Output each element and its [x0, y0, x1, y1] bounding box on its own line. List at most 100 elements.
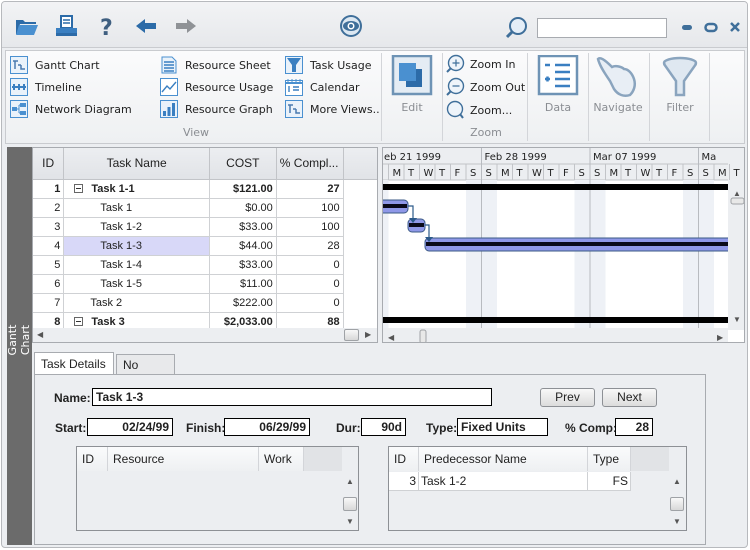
zoom-group-label: Zoom — [470, 126, 502, 139]
search-input[interactable] — [537, 18, 667, 38]
day-label: T — [547, 168, 555, 179]
start-date-field[interactable]: 02/24/99 — [87, 418, 173, 436]
task-type-field[interactable]: Fixed Units — [457, 418, 548, 436]
collapse-toggle-icon[interactable] — [74, 316, 84, 326]
forward-arrow-icon[interactable] — [174, 14, 198, 38]
week-label: eb 21 1999 — [384, 152, 441, 163]
day-label: S — [687, 168, 693, 179]
tab-no-notes[interactable]: No Notes — [116, 354, 175, 392]
column-header-percent-complete[interactable]: % Compl... — [276, 148, 344, 180]
scroll-thumb[interactable] — [730, 197, 744, 205]
collapse-toggle-icon[interactable] — [74, 183, 84, 193]
zoom-out-button[interactable]: Zoom Out — [445, 77, 525, 97]
column-header-id[interactable]: ID — [33, 148, 65, 180]
task-name-cell[interactable]: Task 1-3 — [63, 236, 210, 256]
filter-button[interactable]: Filter — [652, 55, 708, 121]
gantt-chart-side-tab[interactable]: Gantt Chart — [6, 147, 32, 545]
gantt-horizontal-scrollbar[interactable] — [383, 328, 728, 343]
task-id-cell: 7 — [33, 293, 65, 313]
scroll-thumb[interactable] — [670, 497, 684, 511]
timeline-view-button[interactable]: Timeline — [10, 77, 82, 97]
restore-icon[interactable] — [703, 18, 719, 36]
resource-sheet-view-button[interactable]: Resource Sheet — [160, 55, 271, 75]
task-row[interactable]: 5 Task 1-4 $33.00 0 — [33, 255, 377, 275]
data-button[interactable]: Data — [530, 54, 586, 121]
task-name-cell[interactable]: Task 1-4 — [63, 255, 210, 275]
column-header-cost[interactable]: COST — [209, 148, 277, 180]
predecessors-vertical-scrollbar[interactable]: ▲ ▼ — [670, 473, 684, 531]
task-usage-icon — [285, 56, 303, 74]
scroll-left-arrow[interactable]: ◀ — [37, 330, 43, 339]
task-row[interactable]: 6 Task 1-5 $11.00 0 — [33, 274, 377, 294]
tab-task-details[interactable]: Task Details — [34, 352, 114, 375]
scroll-thumb[interactable] — [344, 329, 359, 341]
zoom-dialog-button[interactable]: Zoom... — [445, 100, 512, 120]
predecessors-column-type[interactable]: Type — [588, 447, 631, 471]
task-row[interactable]: 3 Task 1-2 $33.00 100 — [33, 217, 377, 237]
task-name-cell[interactable]: Task 1-5 — [63, 274, 210, 294]
resources-column-resource[interactable]: Resource — [108, 447, 259, 471]
scroll-right-arrow[interactable]: ▶ — [717, 333, 724, 342]
day-label: W — [532, 168, 542, 179]
finish-date-field[interactable]: 06/29/99 — [224, 418, 310, 436]
task-usage-view-button[interactable]: Task Usage — [285, 55, 372, 75]
scroll-thumb[interactable] — [343, 497, 357, 511]
view-eye-icon[interactable] — [338, 14, 362, 38]
task-grid-horizontal-scrollbar[interactable]: ◀ ▶ — [33, 328, 377, 342]
close-icon[interactable] — [727, 18, 743, 36]
column-header-task-name[interactable]: Task Name — [63, 148, 210, 180]
more-views-button[interactable]: More Views.. — [285, 99, 380, 119]
help-icon[interactable]: ? — [94, 14, 118, 41]
task-row[interactable]: 7 Task 2 $222.00 0 — [33, 293, 377, 313]
scroll-down-arrow[interactable]: ▼ — [733, 315, 741, 324]
scroll-down-arrow[interactable]: ▼ — [673, 517, 681, 526]
zoom-in-button[interactable]: Zoom In — [445, 54, 515, 74]
resource-usage-view-button[interactable]: Resource Usage — [160, 77, 273, 97]
percent-complete-field[interactable]: 28 — [615, 418, 653, 436]
task-name-field[interactable]: Task 1-3 — [92, 388, 492, 406]
task-row[interactable]: 2 Task 1 $0.00 100 — [33, 198, 377, 218]
day-label: S — [579, 168, 585, 179]
summary-bar-task-1-1[interactable] — [383, 184, 728, 190]
navigate-button[interactable]: Navigate — [590, 55, 646, 121]
scroll-left-arrow[interactable]: ◀ — [388, 333, 395, 342]
scroll-right-arrow[interactable]: ▶ — [365, 330, 371, 339]
task-row[interactable]: 4 Task 1-3 $44.00 28 — [33, 236, 377, 256]
scroll-up-arrow[interactable]: ▲ — [673, 477, 681, 486]
search-icon[interactable] — [505, 16, 529, 40]
network-diagram-icon — [10, 100, 28, 118]
calendar-view-button[interactable]: Calendar — [285, 77, 359, 97]
scroll-up-arrow[interactable]: ▲ — [346, 477, 354, 486]
task-id-cell: 1 — [33, 179, 65, 199]
open-folder-icon[interactable] — [14, 14, 38, 38]
prev-button[interactable]: Prev — [540, 388, 595, 407]
edit-button[interactable]: Edit — [384, 54, 440, 121]
task-name-cell[interactable]: Task 2 — [63, 293, 210, 313]
scroll-up-arrow[interactable]: ▲ — [733, 189, 741, 198]
resources-vertical-scrollbar[interactable]: ▲ ▼ — [343, 473, 357, 531]
scroll-down-arrow[interactable]: ▼ — [346, 517, 354, 526]
task-bar-task-1-2-progress — [409, 223, 424, 227]
summary-bar-task-3[interactable] — [383, 317, 728, 323]
day-label: T — [624, 168, 632, 179]
resource-graph-view-button[interactable]: Resource Graph — [160, 99, 273, 119]
resources-column-work[interactable]: Work — [259, 447, 304, 471]
gantt-chart-view-button[interactable]: Gantt Chart — [10, 55, 100, 75]
task-name-cell[interactable]: Task 1-1 — [63, 179, 210, 199]
predecessors-column-id[interactable]: ID — [389, 447, 419, 471]
network-diagram-view-button[interactable]: Network Diagram — [10, 99, 132, 119]
resources-column-id[interactable]: ID — [77, 447, 108, 471]
duration-field[interactable]: 90d — [361, 418, 406, 436]
task-name-cell[interactable]: Task 1-2 — [63, 217, 210, 237]
task-row[interactable]: 1 Task 1-1 $121.00 27 — [33, 179, 377, 199]
predecessors-column-name[interactable]: Predecessor Name — [419, 447, 588, 471]
next-button[interactable]: Next — [602, 388, 657, 407]
print-icon[interactable] — [54, 14, 78, 38]
minimize-icon[interactable] — [679, 18, 695, 36]
back-arrow-icon[interactable] — [134, 14, 158, 38]
day-label: W — [641, 168, 651, 179]
ribbon-separator — [649, 53, 650, 141]
task-name-cell[interactable]: Task 1 — [63, 198, 210, 218]
task-percent-cell: 0 — [276, 293, 344, 313]
scroll-thumb[interactable] — [419, 329, 427, 343]
